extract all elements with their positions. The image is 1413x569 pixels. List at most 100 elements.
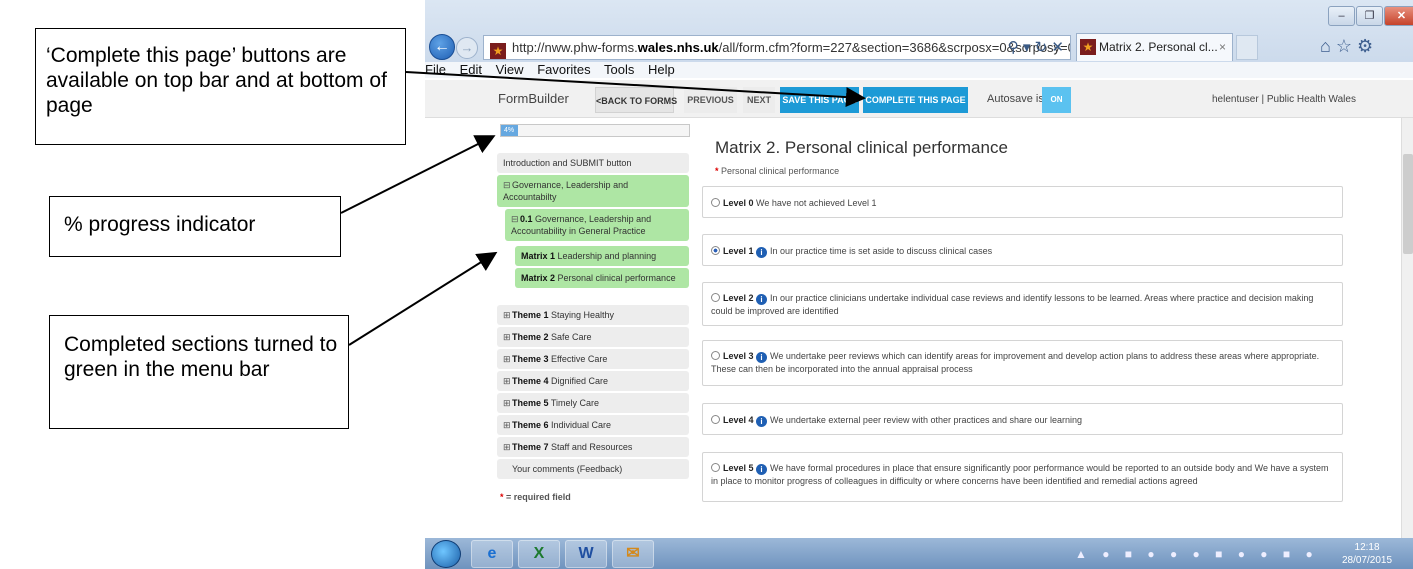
new-tab-button[interactable] — [1236, 35, 1258, 60]
previous-button[interactable]: PREVIOUS — [684, 87, 737, 113]
forward-arrow-icon[interactable]: → — [456, 37, 478, 59]
browser-right-icons: ⌂☆⚙ — [1320, 36, 1378, 57]
nav-item-matrix-1[interactable]: Matrix 1 Leadership and planning — [515, 246, 689, 266]
nav-item-theme-2[interactable]: ⊞Theme 2 Safe Care — [497, 327, 689, 347]
back-arrow-icon[interactable]: ← — [429, 34, 455, 60]
level-description: In our practice time is set aside to dis… — [770, 246, 993, 256]
browser-tab[interactable]: ★ Matrix 2. Personal cl... × — [1076, 33, 1233, 61]
word-icon[interactable]: W — [565, 540, 607, 568]
expand-icon[interactable]: ⊞ — [503, 309, 512, 321]
nav-item-number: 0.1 — [520, 214, 533, 224]
outlook-icon[interactable]: ✉ — [612, 540, 654, 568]
site-favicon-icon: ★ — [490, 43, 506, 59]
favorites-star-icon[interactable]: ☆ — [1336, 36, 1357, 56]
search-icon[interactable]: ⚲ — [1008, 39, 1019, 56]
info-icon[interactable]: i — [756, 464, 768, 475]
menu-tools[interactable]: Tools — [604, 62, 634, 77]
menu-help[interactable]: Help — [648, 62, 675, 77]
info-icon[interactable]: i — [756, 416, 768, 427]
nav-item-theme-3[interactable]: ⊞Theme 3 Effective Care — [497, 349, 689, 369]
expand-icon[interactable]: ⊞ — [503, 375, 512, 387]
minimize-button[interactable]: – — [1328, 6, 1355, 26]
level-description: We undertake peer reviews which can iden… — [711, 351, 1320, 374]
level-radio[interactable] — [711, 351, 720, 360]
autosave-label: Autosave is — [987, 93, 1044, 105]
close-window-button[interactable]: ✕ — [1384, 6, 1413, 26]
level-option-1[interactable]: Level 1 i In our practice time is set asi… — [702, 234, 1343, 266]
internet-explorer-icon[interactable]: e — [471, 540, 513, 568]
collapse-icon[interactable]: ⊟ — [511, 213, 520, 225]
level-label: Level 3 — [723, 351, 754, 361]
menu-file[interactable]: File — [425, 62, 446, 77]
level-radio[interactable] — [711, 293, 720, 302]
level-description: We undertake external peer review with o… — [770, 415, 1083, 425]
user-info[interactable]: helentuser | Public Health Wales — [1212, 94, 1356, 105]
autosave-toggle[interactable]: ON — [1042, 87, 1071, 113]
callout-completed-sections: Completed sections turned to green in th… — [49, 315, 349, 429]
callout-complete-buttons: ‘Complete this page’ buttons are availab… — [35, 28, 406, 145]
info-icon[interactable]: i — [756, 352, 768, 363]
level-radio[interactable] — [711, 415, 720, 424]
nav-item-theme-7[interactable]: ⊞Theme 7 Staff and Resources — [497, 437, 689, 457]
level-radio[interactable] — [711, 463, 720, 472]
nav-item-label: Governance, Leadership and Accountabilit… — [511, 214, 652, 236]
stop-icon[interactable]: ✕ — [1051, 39, 1064, 56]
level-radio[interactable] — [711, 246, 720, 255]
tab-favicon-icon: ★ — [1080, 39, 1096, 55]
question-label: * Personal clinical performance — [715, 166, 840, 176]
level-description: We have formal procedures in place that … — [711, 463, 1329, 486]
level-description: In our practice clinicians undertake ind… — [711, 293, 1314, 316]
info-icon[interactable]: i — [756, 294, 768, 305]
save-page-button[interactable]: SAVE THIS PAGE — [780, 87, 859, 113]
nav-item-governance-general-practice[interactable]: ⊟0.1 Governance, Leadership and Accounta… — [505, 209, 689, 241]
required-field-note: * = required field — [500, 492, 571, 502]
refresh-icon[interactable]: ↻ — [1035, 39, 1048, 56]
expand-icon[interactable]: ⊞ — [503, 441, 512, 453]
level-option-5[interactable]: Level 5 i We have formal procedures in pl… — [702, 452, 1343, 502]
menu-edit[interactable]: Edit — [460, 62, 482, 77]
nav-item-label: Governance, Leadership and Accountabilty — [503, 180, 629, 202]
annotated-screenshot: ← → ★ http://nww.phw-forms.wales.nhs.uk/a… — [0, 0, 1413, 569]
collapse-icon[interactable]: ⊟ — [503, 179, 512, 191]
address-bar[interactable]: ★ http://nww.phw-forms.wales.nhs.uk/all/f… — [483, 35, 1071, 60]
complete-page-button[interactable]: COMPLETE THIS PAGE — [863, 87, 968, 113]
taskbar: e X W ✉ ▲ ● ■ ● ● ● ■ ● ● ■ ● 12:18 28/07… — [425, 538, 1413, 569]
home-icon[interactable]: ⌂ — [1320, 36, 1336, 56]
nav-item-theme-1[interactable]: ⊞Theme 1 Staying Healthy — [497, 305, 689, 325]
address-tools: ⚲ ▾ ↻ ✕ — [1007, 39, 1064, 56]
nav-item-number: Matrix 1 — [521, 251, 556, 261]
nav-item-label: Personal clinical performance — [555, 273, 676, 283]
nav-item-theme-6[interactable]: ⊞Theme 6 Individual Care — [497, 415, 689, 435]
tab-close-icon[interactable]: × — [1219, 34, 1226, 60]
url-text: http://nww.phw-forms.wales.nhs.uk/all/fo… — [512, 40, 1071, 55]
nav-item-introduction[interactable]: Introduction and SUBMIT button — [497, 153, 689, 173]
level-option-4[interactable]: Level 4 i We undertake external peer revi… — [702, 403, 1343, 435]
level-option-0[interactable]: Level 0 We have not achieved Level 1 — [702, 186, 1343, 218]
nav-item-feedback[interactable]: Your comments (Feedback) — [497, 459, 689, 479]
scrollbar[interactable] — [1401, 118, 1413, 538]
maximize-button[interactable]: ❐ — [1356, 6, 1383, 26]
menu-favorites[interactable]: Favorites — [537, 62, 590, 77]
expand-icon[interactable]: ⊞ — [503, 419, 512, 431]
scrollbar-thumb[interactable] — [1403, 154, 1413, 254]
nav-item-matrix-2[interactable]: Matrix 2 Personal clinical performance — [515, 268, 689, 288]
info-icon[interactable]: i — [756, 247, 768, 258]
back-to-forms-button[interactable]: <BACK TO FORMS — [595, 87, 677, 113]
level-option-2[interactable]: Level 2 i In our practice clinicians unde… — [702, 282, 1343, 326]
gear-icon[interactable]: ⚙ — [1357, 36, 1378, 56]
level-radio[interactable] — [711, 198, 720, 207]
nav-item-theme-5[interactable]: ⊞Theme 5 Timely Care — [497, 393, 689, 413]
expand-icon[interactable]: ⊞ — [503, 331, 512, 343]
expand-icon[interactable]: ⊞ — [503, 397, 512, 409]
app-logo: FormBuilder — [498, 91, 569, 106]
level-description: We have not achieved Level 1 — [756, 198, 877, 208]
excel-icon[interactable]: X — [518, 540, 560, 568]
next-button[interactable]: NEXT — [743, 87, 775, 113]
clock[interactable]: 12:18 28/07/2015 — [1342, 541, 1392, 567]
start-button[interactable] — [431, 540, 461, 568]
nav-item-theme-4[interactable]: ⊞Theme 4 Dignified Care — [497, 371, 689, 391]
menu-view[interactable]: View — [496, 62, 524, 77]
level-option-3[interactable]: Level 3 i We undertake peer reviews which… — [702, 340, 1343, 386]
nav-item-governance[interactable]: ⊟Governance, Leadership and Accountabilt… — [497, 175, 689, 207]
expand-icon[interactable]: ⊞ — [503, 353, 512, 365]
